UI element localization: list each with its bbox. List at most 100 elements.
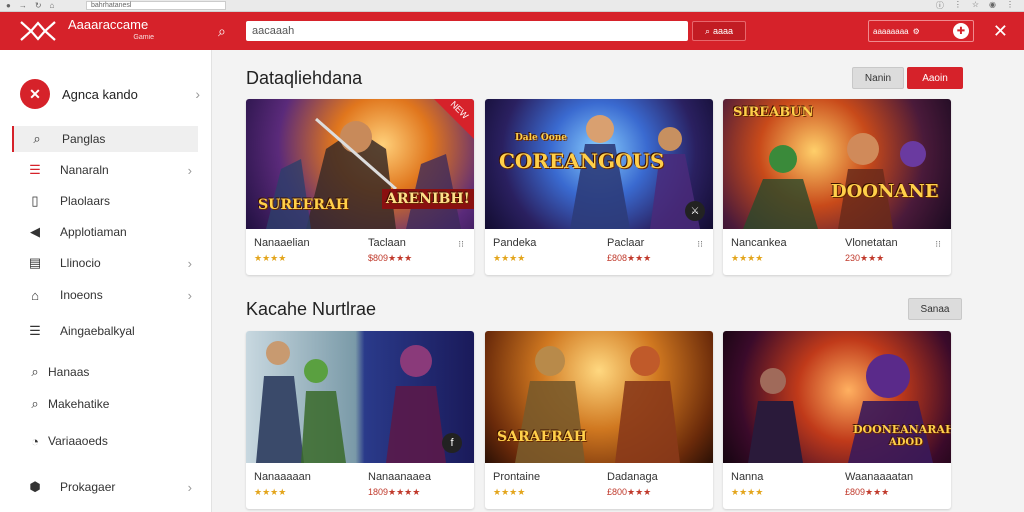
game-card-meta: Nanaaelian Taclaan ★★★★ $809★★★ ⁝⁝ — [246, 229, 474, 275]
more-icon[interactable]: ⁝⁝ — [935, 239, 941, 250]
game-card[interactable]: f Nanaaaaan Nanaanaaea ★★★★ 1809★★★★ — [246, 331, 474, 509]
sidebar-item-variaaoeds[interactable]: ◔ Variaaoeds — [12, 428, 198, 454]
search-button[interactable]: ⌕ aaaa — [692, 21, 746, 41]
account-menu[interactable]: aaaaaaaa ⚙ ✚ — [868, 20, 974, 42]
play-icon[interactable]: ⚔ — [685, 201, 705, 221]
document-icon: ▯ — [31, 193, 39, 208]
chat-icon: ◔ — [31, 433, 39, 449]
sidebar-item-aingaebalkyal[interactable]: ☰ Aingaebalkyal — [12, 318, 198, 344]
chevron-right-icon: › — [187, 287, 192, 303]
rating-stars: ★★★★ — [731, 253, 764, 263]
megaphone-icon: ◀ — [30, 224, 40, 239]
settings-icon: ⚙ — [912, 26, 920, 36]
close-icon[interactable]: ✕ — [993, 21, 1008, 42]
more-icon[interactable]: ⁝⁝ — [697, 239, 703, 250]
sidebar-item-label: Hanaas — [48, 365, 90, 379]
section2-secondary-button[interactable]: Sanaa — [908, 298, 962, 320]
sidebar-item-makehatike[interactable]: ⌕ Makehatike — [12, 391, 198, 417]
sidebar-item-label: Prokagaer — [60, 480, 116, 494]
search-input[interactable]: aacaaah — [246, 21, 688, 41]
account-label: aaaaaaaa — [873, 26, 909, 36]
game-card[interactable]: DOONEANARAH ADOD Nanna Waanaaaatan ★★★★ … — [723, 331, 951, 509]
section1-primary-button[interactable]: Aaoin — [907, 67, 963, 89]
cover-title: SARAERAH — [497, 429, 587, 445]
game-card-meta: Pandeka Paclaar ★★★★ £808★★★ ⁝⁝ — [485, 229, 713, 275]
game-card-meta: Nanna Waanaaaatan ★★★★ £809★★★ — [723, 463, 951, 509]
bank-icon: ⌂ — [31, 287, 39, 303]
home-icon[interactable]: ⌂ — [50, 1, 55, 10]
search-icon: ⌕ — [33, 131, 41, 146]
rating-stars: ★★★★ — [731, 487, 764, 497]
back-icon[interactable]: ● — [6, 1, 11, 10]
address-bar[interactable]: bahrhatanesl — [86, 1, 226, 10]
cover-badge: SIREABUN — [733, 105, 814, 120]
rating-stars: ★★★★ — [254, 487, 287, 497]
extensions-icon[interactable]: ⋮ — [954, 0, 962, 11]
reload-icon[interactable]: ↻ — [35, 1, 42, 10]
game-subtitle: Vlonetatan — [845, 237, 898, 249]
sidebar-item-plaolaars[interactable]: ▯ Plaolaars — [12, 188, 198, 214]
menu-icon[interactable]: ⋮ — [1006, 0, 1014, 11]
chevron-right-icon: › — [187, 162, 192, 178]
info-badge-icon[interactable]: f — [442, 433, 462, 453]
game-title: Nancankea — [731, 237, 787, 249]
more-icon[interactable]: ⁝⁝ — [458, 239, 464, 250]
cover-title: COREANGOUS — [499, 149, 665, 173]
game-title: Nanaaelian — [254, 237, 310, 249]
game-cover-image: NEW SUREERAH ARENIBH! — [246, 99, 474, 229]
news-icon: ▤ — [28, 255, 42, 270]
sidebar-item-applotiaman[interactable]: ◀ Applotiaman — [12, 219, 198, 245]
game-subtitle: Waanaaaatan — [845, 471, 914, 483]
sidebar-profile[interactable]: ✕ Agnca kando › — [20, 78, 200, 110]
profile-name: Agnca kando — [62, 86, 138, 102]
game-title: Prontaine — [493, 471, 541, 483]
sidebar-item-label: Applotiaman — [60, 225, 127, 239]
price-rating: £800★★★ — [607, 487, 652, 497]
browser-actions: ⓘ ⋮ ☆ ◉ ⋮ — [936, 0, 1014, 11]
game-cover-image: f — [246, 331, 474, 463]
forward-icon[interactable]: → — [19, 1, 27, 10]
game-subtitle: Taclaan — [368, 237, 406, 249]
sidebar-item-label: Llinocio — [60, 256, 101, 270]
sidebar-item-label: Plaolaars — [60, 194, 111, 208]
game-subtitle: Nanaanaaea — [368, 471, 432, 483]
price-rating: $809★★★ — [368, 253, 413, 263]
game-card[interactable]: Dale Oone COREANGOUS ⚔ Pandeka Paclaar ★… — [485, 99, 713, 275]
game-subtitle: Paclaar — [607, 237, 645, 249]
game-cover-image: DOONEANARAH ADOD — [723, 331, 951, 463]
shield-icon: ⬢ — [29, 479, 41, 494]
price-rating: £808★★★ — [607, 253, 652, 263]
profile-icon[interactable]: ◉ — [989, 0, 996, 11]
info-icon[interactable]: ⓘ — [936, 0, 944, 11]
chevron-right-icon: › — [187, 255, 192, 271]
star-icon[interactable]: ☆ — [972, 0, 979, 11]
rating-stars: ★★★★ — [493, 253, 526, 263]
game-card[interactable]: NEW SUREERAH ARENIBH! Nanaaelian Taclaan… — [246, 99, 474, 275]
game-card[interactable]: SIREABUN DOONANE Nancankea Vlonetatan ★★… — [723, 99, 951, 275]
game-card-meta: Nancankea Vlonetatan ★★★★ 230★★★ ⁝⁝ — [723, 229, 951, 275]
cover-badge: ARENIBH! — [382, 189, 474, 209]
section-title-featured: Dataqliehdana — [246, 68, 363, 88]
logo-icon[interactable] — [18, 16, 58, 46]
sidebar-item-panglas[interactable]: ⌕ Panglas — [12, 126, 198, 152]
game-title: Nanaaaaan — [254, 471, 311, 483]
sidebar-item-llinocio[interactable]: ▤ Llinocio › — [12, 250, 198, 276]
sidebar-item-nanaraln[interactable]: ☰ Nanaraln › — [12, 157, 198, 183]
game-card-meta: Nanaaaaan Nanaanaaea ★★★★ 1809★★★★ — [246, 463, 474, 509]
sidebar: ✕ Agnca kando › ⌕ Panglas ☰ Nanaraln › ▯… — [0, 50, 212, 512]
section1-secondary-button[interactable]: Nanin — [852, 67, 904, 89]
game-cover-image: SIREABUN DOONANE — [723, 99, 951, 229]
cover-badge: Dale Oone — [515, 133, 568, 143]
game-title: Pandeka — [493, 237, 537, 249]
search-icon[interactable]: ⌕ — [218, 23, 238, 40]
sidebar-item-label: Makehatike — [48, 397, 110, 411]
brand-tagline: Gamie — [133, 34, 154, 41]
avatar: ✚ — [953, 23, 969, 39]
game-card[interactable]: SARAERAH Prontaine Dadanaga ★★★★ £800★★★ — [485, 331, 713, 509]
magnifier-icon: ⌕ — [31, 396, 39, 411]
sidebar-item-inoeons[interactable]: ⌂ Inoeons › — [12, 282, 198, 308]
brand-name: Aaaaraccame — [68, 17, 149, 32]
chevron-right-icon: › — [187, 479, 192, 495]
sidebar-item-hanaas[interactable]: ⌕ Hanaas — [12, 359, 198, 385]
sidebar-item-prokagaer[interactable]: ⬢ Prokagaer › — [12, 474, 198, 500]
